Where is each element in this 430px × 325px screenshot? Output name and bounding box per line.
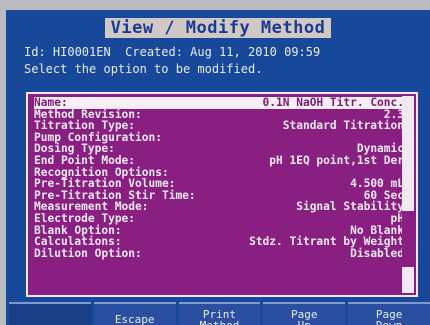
option-row[interactable]: End Point Mode: pH 1EQ point,1st Der bbox=[34, 155, 404, 167]
scrollbar-thumb[interactable] bbox=[402, 211, 414, 267]
option-value: Stdz. Titrant by Weight bbox=[249, 235, 404, 249]
method-info: Id: HI0001EN Created: Aug 11, 2010 09:59… bbox=[24, 44, 428, 78]
option-label: Name: bbox=[34, 96, 68, 109]
options-panel: Name: 0.1N NaOH Titr. Conc. Method Revisio… bbox=[26, 92, 418, 297]
screen: View / Modify Method Id: HI0001EN Create… bbox=[6, 10, 430, 325]
page-up-softkey[interactable]: Page Up bbox=[263, 302, 346, 325]
option-label: End Point Mode: bbox=[34, 153, 136, 167]
option-value: Disabled bbox=[350, 246, 404, 260]
option-row[interactable]: Pre-Titration Volume: 4.500 mL bbox=[34, 178, 404, 190]
option-row[interactable]: Name: 0.1N NaOH Titr. Conc. bbox=[34, 97, 404, 109]
option-value: Signal Stability bbox=[296, 200, 404, 214]
page-down-softkey[interactable]: Page Down bbox=[348, 302, 430, 325]
softkey-blank[interactable] bbox=[9, 302, 91, 325]
instruction-text: Select the option to be modified. bbox=[24, 62, 263, 76]
method-id: Id: HI0001EN bbox=[24, 45, 111, 59]
print-method-softkey[interactable]: Print Method bbox=[178, 302, 261, 325]
option-value: Standard Titration bbox=[282, 119, 404, 133]
scrollbar[interactable] bbox=[402, 96, 414, 293]
title-bar: View / Modify Method bbox=[6, 18, 430, 38]
option-value: 0.1N NaOH Titr. Conc. bbox=[262, 96, 404, 109]
softkey-bar: Escape Print Method Page Up Page Down bbox=[6, 302, 430, 325]
created-timestamp: Created: Aug 11, 2010 09:59 bbox=[125, 45, 321, 59]
page-title: View / Modify Method bbox=[104, 18, 332, 38]
option-label: Dilution Option: bbox=[34, 246, 142, 260]
option-label: Electrode Type: bbox=[34, 211, 136, 225]
option-row[interactable]: Electrode Type: pH bbox=[34, 213, 404, 225]
option-value: pH 1EQ point,1st Der bbox=[269, 153, 404, 167]
option-label: Pre-Titration Volume: bbox=[34, 177, 176, 191]
option-row[interactable]: Calculations: Stdz. Titrant by Weight bbox=[34, 236, 404, 248]
escape-softkey[interactable]: Escape bbox=[93, 302, 176, 325]
option-label: Calculations: bbox=[34, 235, 122, 249]
option-row[interactable]: Dilution Option: Disabled bbox=[34, 248, 404, 260]
option-value: 4.500 mL bbox=[350, 177, 404, 191]
options-list: Name: 0.1N NaOH Titr. Conc. Method Revisio… bbox=[34, 97, 404, 259]
